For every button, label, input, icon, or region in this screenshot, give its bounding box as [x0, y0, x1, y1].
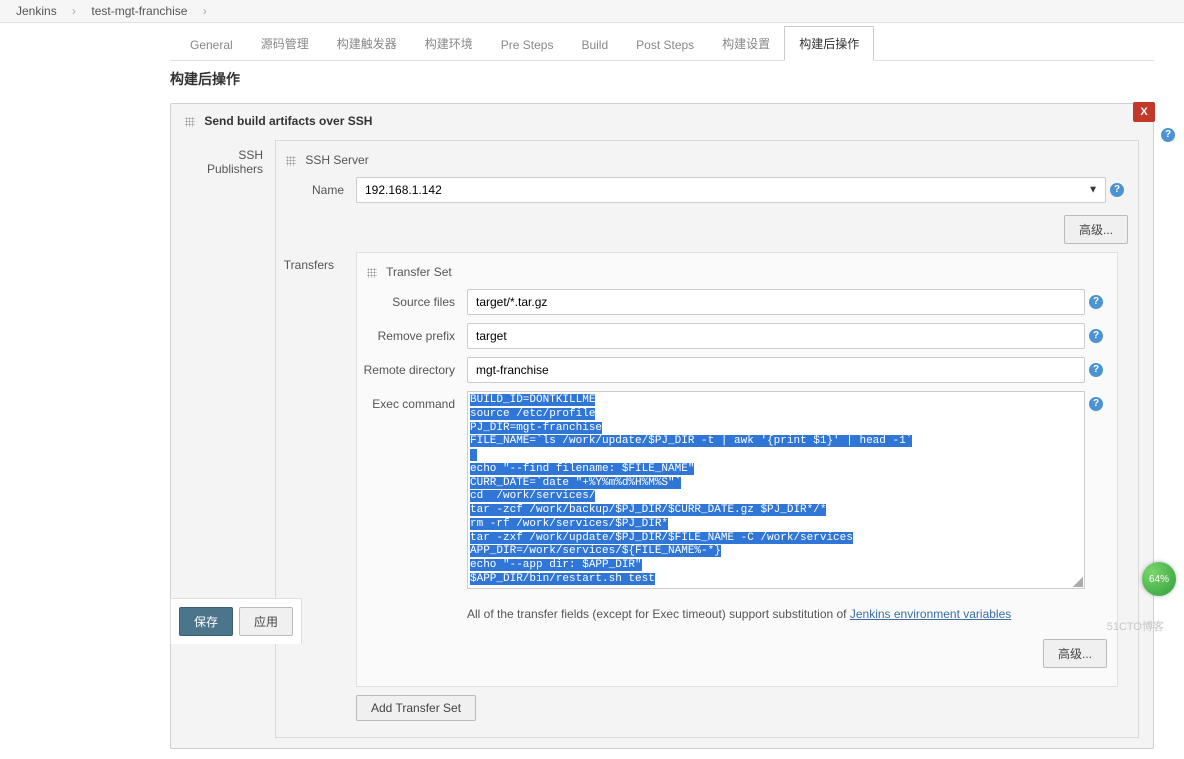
ssh-server-panel: SSH Server Name 192.168.1.142 ▼ ? — [275, 140, 1139, 738]
transfers-label: Transfers — [276, 252, 346, 729]
server-advanced-button[interactable]: 高级... — [1064, 215, 1128, 244]
publisher-panel: X ? Send build artifacts over SSH SSH Pu… — [170, 103, 1154, 749]
drag-handle-icon[interactable] — [286, 156, 296, 166]
section-heading: 构建后操作 — [170, 61, 1154, 103]
remote-directory-label: Remote directory — [357, 357, 467, 377]
help-icon[interactable]: ? — [1089, 363, 1103, 377]
env-vars-link[interactable]: Jenkins environment variables — [850, 607, 1011, 621]
exec-command-textarea[interactable]: BUILD_ID=DONTKILLME source /etc/profile … — [467, 391, 1085, 589]
breadcrumb-job[interactable]: test-mgt-franchise — [85, 4, 193, 18]
help-icon[interactable]: ? — [1161, 128, 1175, 142]
substitution-hint: All of the transfer fields (except for E… — [467, 597, 1085, 627]
server-name-label: Name — [286, 177, 356, 197]
tab-build[interactable]: Build — [567, 30, 622, 60]
server-name-select[interactable]: 192.168.1.142 — [356, 177, 1106, 203]
drag-handle-icon[interactable] — [367, 268, 377, 278]
remove-publisher-button[interactable]: X — [1133, 102, 1155, 122]
tab-post-steps[interactable]: Post Steps — [622, 30, 708, 60]
publisher-title: Send build artifacts over SSH — [171, 104, 1153, 138]
transfer-set-label: Transfer Set — [386, 265, 452, 279]
help-icon[interactable]: ? — [1089, 295, 1103, 309]
publisher-title-text: Send build artifacts over SSH — [204, 114, 372, 128]
breadcrumb: Jenkins › test-mgt-franchise › — [0, 0, 1184, 23]
drag-handle-icon[interactable] — [185, 117, 195, 127]
remote-directory-input[interactable] — [467, 357, 1085, 383]
transfer-set-panel: Transfer Set Source files ? Remove prefi… — [356, 252, 1118, 687]
tab-general[interactable]: General — [176, 30, 247, 60]
source-files-label: Source files — [357, 289, 467, 309]
config-tabs: General 源码管理 构建触发器 构建环境 Pre Steps Build … — [170, 25, 1154, 61]
help-icon[interactable]: ? — [1110, 183, 1124, 197]
source-files-input[interactable] — [467, 289, 1085, 315]
footer-actions: 保存 应用 — [170, 598, 302, 644]
ssh-server-label: SSH Server — [305, 153, 368, 167]
breadcrumb-sep: › — [197, 4, 213, 18]
progress-badge: 64% — [1142, 562, 1176, 596]
transfer-advanced-button[interactable]: 高级... — [1043, 639, 1107, 668]
apply-button[interactable]: 应用 — [239, 607, 293, 636]
tab-env[interactable]: 构建环境 — [411, 27, 487, 60]
remove-prefix-input[interactable] — [467, 323, 1085, 349]
help-icon[interactable]: ? — [1089, 329, 1103, 343]
add-transfer-set-button[interactable]: Add Transfer Set — [356, 695, 476, 721]
tab-build-settings[interactable]: 构建设置 — [708, 27, 784, 60]
remove-prefix-label: Remove prefix — [357, 323, 467, 343]
tab-triggers[interactable]: 构建触发器 — [323, 27, 411, 60]
tab-scm[interactable]: 源码管理 — [247, 27, 323, 60]
exec-command-label: Exec command — [357, 391, 467, 411]
breadcrumb-root[interactable]: Jenkins — [10, 4, 63, 18]
resize-handle-icon[interactable] — [1073, 577, 1083, 587]
tab-post-build-actions[interactable]: 构建后操作 — [784, 26, 874, 61]
save-button[interactable]: 保存 — [179, 607, 233, 636]
help-icon[interactable]: ? — [1089, 397, 1103, 411]
breadcrumb-sep: › — [66, 4, 82, 18]
hint-text: All of the transfer fields (except for E… — [467, 607, 850, 621]
watermark: 51CTO博客 — [1107, 618, 1164, 634]
ssh-publishers-label: SSH Publishers — [185, 138, 275, 738]
tab-pre-steps[interactable]: Pre Steps — [487, 30, 568, 60]
